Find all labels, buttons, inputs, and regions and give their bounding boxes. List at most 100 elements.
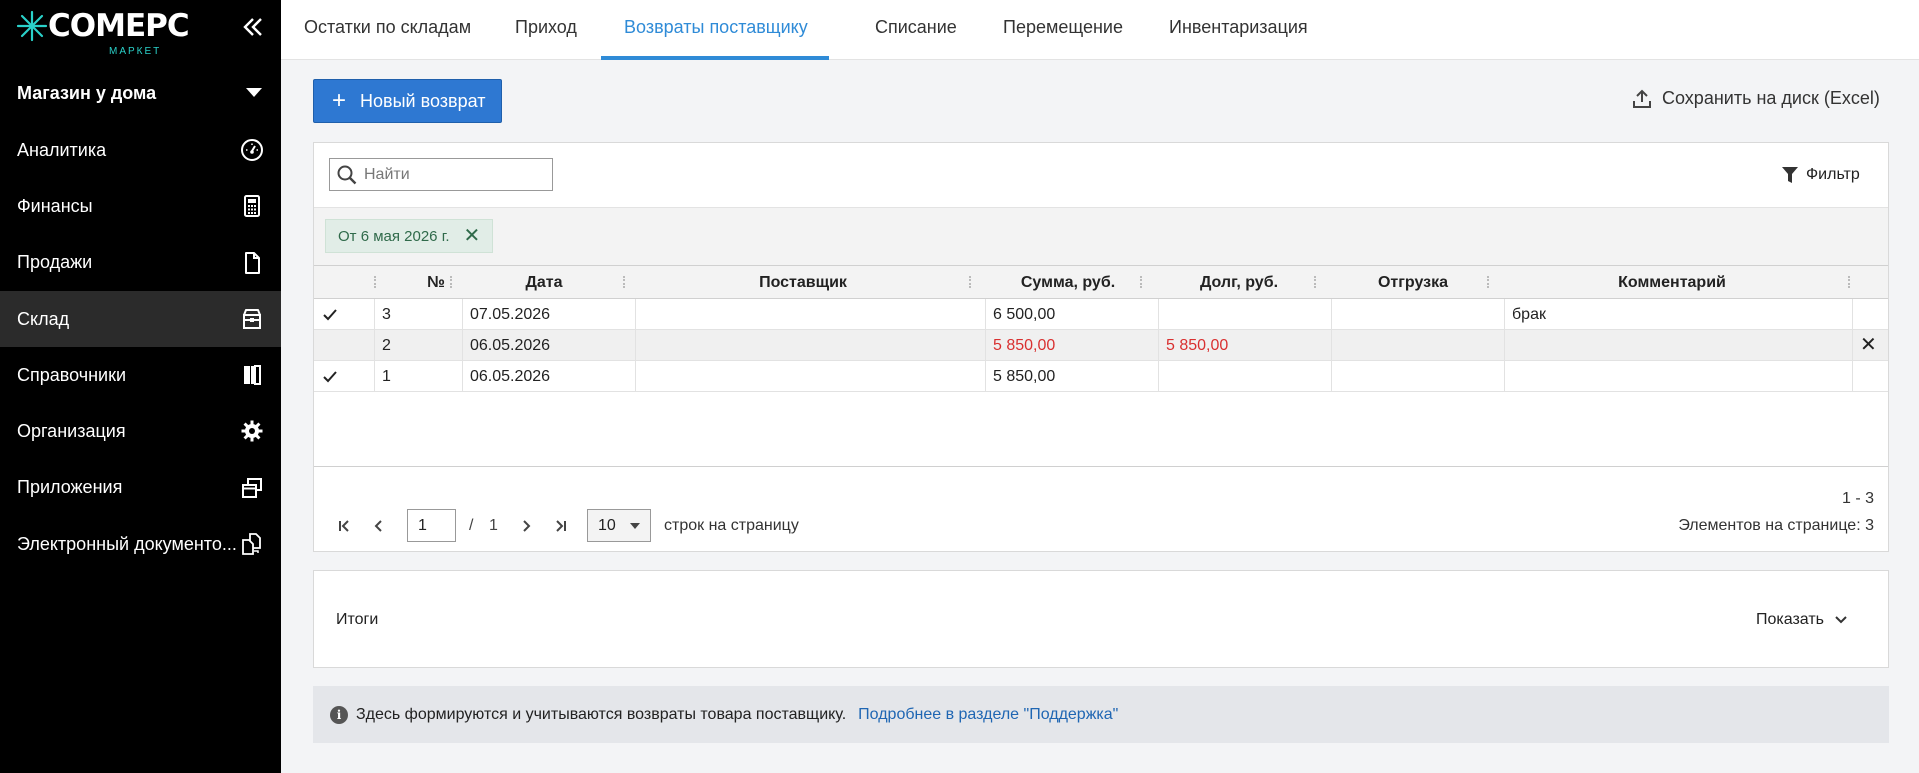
- first-page-icon[interactable]: [337, 518, 353, 534]
- cell-sum: 5 850,00: [986, 361, 1159, 392]
- column-separator[interactable]: [623, 276, 625, 288]
- dashboard-gauge-icon: [241, 139, 263, 161]
- sidebar-item-label: Продажи: [17, 252, 93, 273]
- store-selector[interactable]: Магазин у дома: [0, 70, 281, 116]
- sidebar-item-label: Финансы: [17, 195, 93, 216]
- last-page-icon[interactable]: [552, 518, 568, 534]
- prev-page-icon[interactable]: [371, 518, 387, 534]
- page-number-input[interactable]: 1: [407, 509, 456, 542]
- tab-supplier-returns[interactable]: Возвраты поставщику: [601, 0, 829, 60]
- cell-comment: [1505, 361, 1853, 392]
- column-header-date[interactable]: Дата: [461, 266, 627, 299]
- tab-stock-balances[interactable]: Остатки по складам: [281, 0, 494, 60]
- filter-button[interactable]: Фильтр: [1782, 166, 1860, 184]
- cell-supplier: [636, 361, 986, 392]
- chip-label: От 6 мая 2026 г.: [338, 227, 450, 245]
- sidebar-item-warehouse[interactable]: Склад: [0, 290, 281, 348]
- tab-receipts[interactable]: Приход: [492, 0, 600, 60]
- sidebar-item-analytics[interactable]: Аналитика: [0, 122, 281, 178]
- sidebar-item-label: Склад: [17, 308, 70, 329]
- date-filter-chip: От 6 мая 2026 г. ✕: [325, 219, 494, 253]
- next-page-icon[interactable]: [518, 518, 534, 534]
- search-input[interactable]: Найти: [329, 158, 553, 191]
- checkmark-icon: [323, 309, 337, 321]
- sidebar-item-edo[interactable]: Электронный документо...: [0, 516, 281, 572]
- logo[interactable]: COMEPC МАРКЕТ: [16, 6, 216, 57]
- row-status-cell: [314, 299, 375, 330]
- total-pages: 1: [489, 517, 498, 534]
- table-row[interactable]: 3 07.05.2026 6 500,00 брак: [314, 299, 1888, 330]
- totals-label: Итоги: [336, 611, 379, 628]
- sidebar-item-sales[interactable]: Продажи: [0, 235, 281, 291]
- column-separator[interactable]: [969, 276, 971, 288]
- sidebar-nav: Аналитика Финансы Продажи Склад Справочн…: [0, 122, 281, 572]
- row-status-cell: [314, 330, 375, 361]
- chevron-down-icon: [630, 523, 640, 529]
- column-separator[interactable]: [1487, 276, 1489, 288]
- cell-comment: [1505, 330, 1853, 361]
- table-row[interactable]: 2 06.05.2026 5 850,00 5 850,00 ✕: [314, 330, 1888, 361]
- new-return-button[interactable]: + Новый возврат: [313, 79, 502, 123]
- collapse-sidebar-icon[interactable]: [240, 14, 266, 40]
- sidebar-item-label: Электронный документо...: [17, 533, 237, 554]
- column-separator[interactable]: [1140, 276, 1142, 288]
- close-icon[interactable]: ✕: [464, 226, 481, 246]
- info-banner: i Здесь формируются и учитываются возвра…: [313, 686, 1889, 743]
- tab-inventory[interactable]: Инвентаризация: [1146, 0, 1331, 60]
- filter-label: Фильтр: [1806, 166, 1860, 183]
- gear-icon: [241, 420, 263, 442]
- cell-debt: [1159, 361, 1332, 392]
- sidebar-item-organization[interactable]: Организация: [0, 403, 281, 459]
- page-size-value: 10: [598, 517, 616, 534]
- delete-row-icon[interactable]: ✕: [1860, 335, 1877, 355]
- store-name: Магазин у дома: [17, 82, 157, 103]
- show-totals-label: Показать: [1756, 611, 1825, 628]
- column-header-sum[interactable]: Сумма, руб.: [983, 266, 1153, 299]
- show-totals-button[interactable]: Показать: [1756, 611, 1848, 629]
- column-header-shipment[interactable]: Отгрузка: [1328, 266, 1498, 299]
- page-size-select[interactable]: 10: [587, 509, 651, 542]
- column-header-comment[interactable]: Комментарий: [1502, 266, 1842, 299]
- new-return-label: Новый возврат: [360, 90, 486, 111]
- info-text: Здесь формируются и учитываются возвраты…: [356, 705, 847, 723]
- save-excel-button[interactable]: Сохранить на диск (Excel): [1632, 88, 1880, 109]
- page-separator: /: [469, 517, 474, 534]
- logo-subtitle: МАРКЕТ: [109, 46, 162, 57]
- calculator-icon: [244, 195, 260, 218]
- sidebar-item-apps[interactable]: Приложения: [0, 460, 281, 516]
- column-separator[interactable]: [1314, 276, 1316, 288]
- cell-date: 06.05.2026: [463, 361, 636, 392]
- sidebar: COMEPC МАРКЕТ Магазин у дома Аналитика Ф…: [0, 0, 281, 773]
- cell-debt: [1159, 299, 1332, 330]
- table-row[interactable]: 1 06.05.2026 5 850,00: [314, 361, 1888, 392]
- logo-star-icon: [16, 10, 48, 42]
- cell-date: 07.05.2026: [463, 299, 636, 330]
- sidebar-item-label: Приложения: [17, 477, 123, 498]
- checkmark-icon: [323, 371, 337, 383]
- doc-exchange-icon: [242, 533, 261, 555]
- table-header: № Дата Поставщик Сумма, руб. Долг, руб. …: [314, 265, 1888, 299]
- column-header-supplier[interactable]: Поставщик: [633, 266, 973, 299]
- warehouse-box-icon: [243, 308, 261, 329]
- cell-number: 1: [375, 361, 463, 392]
- totals-panel: Итоги Показать: [313, 570, 1889, 668]
- cell-sum: 6 500,00: [986, 299, 1159, 330]
- cell-debt: 5 850,00: [1159, 330, 1332, 361]
- returns-grid-card: Найти Фильтр От 6 мая 2026 г. ✕ № Дата П…: [313, 142, 1889, 552]
- sidebar-item-finance[interactable]: Финансы: [0, 178, 281, 234]
- support-link[interactable]: Подробнее в разделе "Поддержка": [858, 706, 1118, 724]
- cell-sum: 5 850,00: [986, 330, 1159, 361]
- column-separator[interactable]: [1848, 276, 1850, 288]
- cell-shipment: [1332, 299, 1505, 330]
- cell-number: 2: [375, 330, 463, 361]
- tab-transfer[interactable]: Перемещение: [980, 0, 1146, 60]
- column-header-debt[interactable]: Долг, руб.: [1155, 266, 1323, 299]
- tab-write-off[interactable]: Списание: [852, 0, 980, 60]
- active-filters-row: От 6 мая 2026 г. ✕: [314, 207, 1888, 265]
- cell-shipment: [1332, 330, 1505, 361]
- sidebar-item-directories[interactable]: Справочники: [0, 347, 281, 403]
- grid-bottom-border: [314, 466, 1888, 467]
- items-range: 1 - 3: [1841, 490, 1874, 507]
- items-count: Элементов на странице: 3: [1678, 517, 1874, 534]
- column-separator[interactable]: [450, 276, 452, 288]
